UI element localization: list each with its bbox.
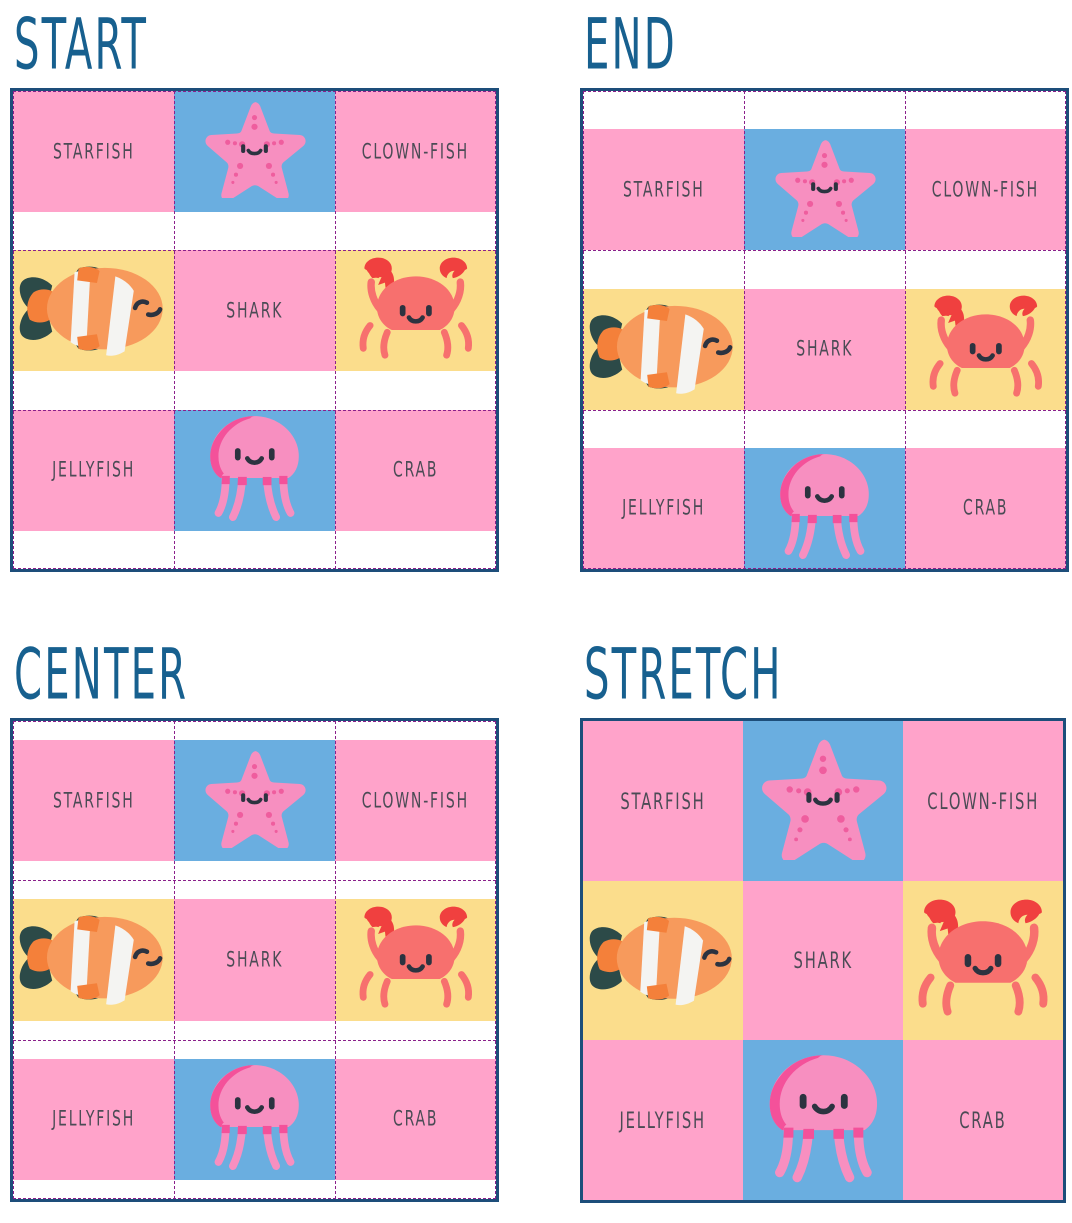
- shark-label-cell[interactable]: SHARK: [743, 880, 903, 1041]
- starfish-art-cell[interactable]: [744, 129, 905, 251]
- clownfish-art-cell[interactable]: [583, 880, 743, 1041]
- clownfish-icon: [18, 254, 169, 368]
- starfish-label-cell[interactable]: STARFISH: [583, 129, 744, 251]
- cell-label: JELLYFISH: [52, 457, 135, 483]
- cell-label: SHARK: [796, 336, 853, 362]
- cell-label: CLOWN-FISH: [361, 139, 470, 164]
- grid-align-items-demo-page: START STARFISH CLOWN-FISH SHARK JELLYFIS…: [0, 0, 1072, 1223]
- jellyfish-label-cell[interactable]: JELLYFISH: [583, 447, 744, 569]
- starfish-icon: [203, 100, 306, 204]
- cell-label: CRAB: [962, 496, 1009, 521]
- cell-label: STARFISH: [52, 139, 135, 164]
- cell-label: STARFISH: [52, 788, 135, 813]
- cell-label: JELLYFISH: [52, 1106, 135, 1132]
- starfish-art-cell[interactable]: [174, 91, 335, 213]
- cell-label: CLOWN-FISH: [927, 787, 1039, 815]
- demo-block-start: START STARFISH CLOWN-FISH SHARK JELLYFIS…: [0, 0, 499, 572]
- clownfish-art-cell[interactable]: [13, 899, 174, 1021]
- crab-label-cell[interactable]: CRAB: [905, 447, 1066, 569]
- demo-title-end: END: [584, 2, 677, 86]
- cell-label: CLOWN-FISH: [361, 788, 470, 813]
- cell-label: CRAB: [959, 1106, 1007, 1134]
- demo-title-center: CENTER: [14, 632, 189, 716]
- jellyfish-art-cell[interactable]: [174, 409, 335, 531]
- demo-block-end: END STARFISH CLOWN-FISH SHARK JELLYFISH …: [570, 0, 1069, 572]
- jellyfish-icon: [203, 1060, 306, 1178]
- crab-art-cell[interactable]: [335, 899, 496, 1021]
- clownfish-art-cell[interactable]: [583, 288, 744, 410]
- grid-container-center: STARFISH CLOWN-FISH SHARK JELLYFISH CRAB: [10, 718, 499, 1202]
- demo-title-stretch: STRETCH: [584, 632, 783, 716]
- shark-label-cell[interactable]: SHARK: [744, 288, 905, 410]
- shark-label-cell[interactable]: SHARK: [174, 899, 335, 1021]
- cell-label: CRAB: [392, 457, 439, 483]
- cell-label: CRAB: [392, 1106, 439, 1132]
- clownfish-icon: [588, 904, 738, 1017]
- clownfish-label-cell[interactable]: CLOWN-FISH: [905, 129, 1066, 251]
- crab-icon: [923, 295, 1049, 403]
- crab-icon: [353, 906, 479, 1014]
- cell-label: STARFISH: [622, 177, 705, 203]
- grid-start: STARFISH CLOWN-FISH SHARK JELLYFISH CRAB: [13, 91, 496, 569]
- jellyfish-art-cell[interactable]: [174, 1058, 335, 1180]
- demo-block-center: CENTER STARFISH CLOWN-FISH SHARK JELLYFI…: [0, 630, 499, 1202]
- crab-art-cell[interactable]: [905, 288, 1066, 410]
- cell-label: JELLYFISH: [622, 496, 705, 521]
- clownfish-label-cell[interactable]: CLOWN-FISH: [335, 740, 496, 862]
- starfish-icon: [759, 737, 887, 865]
- crab-label-cell[interactable]: CRAB: [903, 1040, 1063, 1200]
- starfish-label-cell[interactable]: STARFISH: [583, 721, 743, 881]
- crab-label-cell[interactable]: CRAB: [335, 1058, 496, 1180]
- clownfish-icon: [588, 292, 739, 406]
- cell-label: SHARK: [226, 947, 283, 973]
- clownfish-label-cell[interactable]: CLOWN-FISH: [335, 91, 496, 213]
- clownfish-art-cell[interactable]: [13, 250, 174, 372]
- jellyfish-icon: [203, 411, 306, 529]
- starfish-label-cell[interactable]: STARFISH: [13, 91, 174, 213]
- starfish-label-cell[interactable]: STARFISH: [13, 740, 174, 862]
- grid-container-end: STARFISH CLOWN-FISH SHARK JELLYFISH CRAB: [580, 88, 1069, 572]
- crab-label-cell[interactable]: CRAB: [335, 409, 496, 531]
- grid-center: STARFISH CLOWN-FISH SHARK JELLYFISH CRAB: [13, 721, 496, 1199]
- starfish-art-cell[interactable]: [174, 740, 335, 862]
- jellyfish-label-cell[interactable]: JELLYFISH: [13, 409, 174, 531]
- starfish-art-cell[interactable]: [743, 721, 903, 881]
- grid-stretch: STARFISH CLOWN-FISH SHARK JELLYFISH CRAB: [583, 721, 1063, 1200]
- jellyfish-art-cell[interactable]: [743, 1040, 903, 1200]
- starfish-icon: [773, 138, 876, 242]
- demo-block-stretch: STRETCH STARFISH CLOWN-FISH SHARK JELLYF…: [570, 630, 1066, 1203]
- clownfish-label-cell[interactable]: CLOWN-FISH: [903, 721, 1063, 881]
- grid-end: STARFISH CLOWN-FISH SHARK JELLYFISH CRAB: [583, 91, 1066, 569]
- demo-title-start: START: [14, 2, 148, 86]
- jellyfish-icon: [761, 1049, 886, 1191]
- jellyfish-label-cell[interactable]: JELLYFISH: [583, 1040, 743, 1200]
- shark-label-cell[interactable]: SHARK: [174, 250, 335, 372]
- grid-container-stretch: STARFISH CLOWN-FISH SHARK JELLYFISH CRAB: [580, 718, 1066, 1203]
- cell-label: SHARK: [226, 298, 283, 324]
- jellyfish-art-cell[interactable]: [744, 447, 905, 569]
- starfish-icon: [203, 749, 306, 853]
- cell-label: CLOWN-FISH: [931, 177, 1040, 203]
- crab-art-cell[interactable]: [903, 880, 1063, 1041]
- jellyfish-label-cell[interactable]: JELLYFISH: [13, 1058, 174, 1180]
- crab-icon: [353, 257, 479, 365]
- grid-container-start: STARFISH CLOWN-FISH SHARK JELLYFISH CRAB: [10, 88, 499, 572]
- crab-icon: [911, 899, 1055, 1022]
- cell-label: STARFISH: [620, 787, 706, 815]
- cell-label: JELLYFISH: [619, 1106, 707, 1134]
- jellyfish-icon: [773, 449, 876, 567]
- crab-art-cell[interactable]: [335, 250, 496, 372]
- clownfish-icon: [18, 903, 169, 1017]
- cell-label: SHARK: [793, 947, 853, 974]
